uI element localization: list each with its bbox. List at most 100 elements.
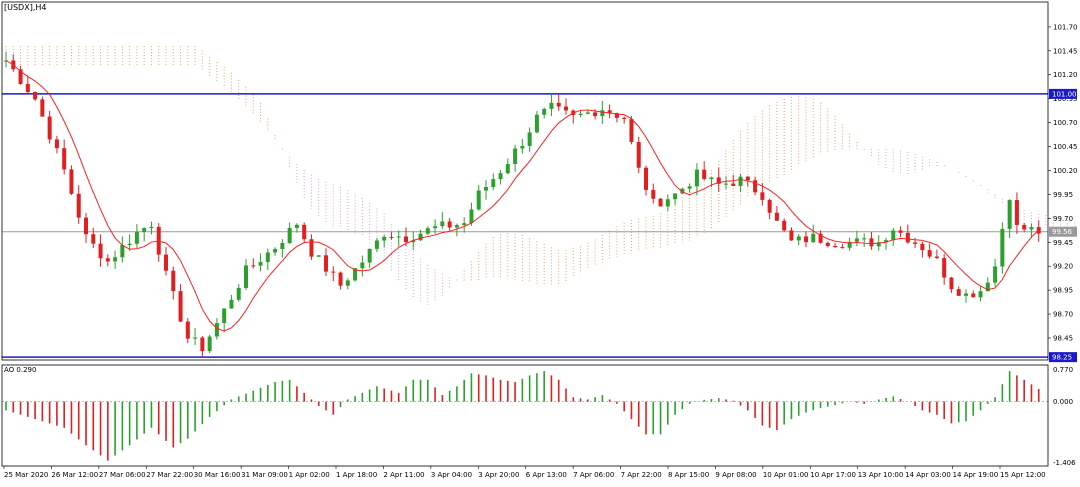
candle-body [425, 228, 430, 234]
candle-body [687, 186, 692, 189]
ao-tick-label: 0.770 [1053, 366, 1073, 374]
candle-body [25, 83, 30, 93]
candle-body [469, 209, 474, 224]
time-tick-label: 26 Mar 12:00 [51, 471, 98, 479]
time-tick-label: 27 Mar 22:00 [146, 471, 193, 479]
time-tick-label: 25 Mar 2020 [4, 471, 48, 479]
price-tick-label: 98.95 [1053, 287, 1073, 295]
candle-body [214, 323, 219, 337]
candle-body [833, 245, 838, 248]
candle-body [105, 258, 110, 262]
candle-body [651, 189, 656, 199]
candle-body [862, 238, 867, 240]
candle-body [374, 240, 379, 249]
candle-body [1000, 228, 1005, 267]
ao-tick-label: 0.000 [1053, 398, 1073, 406]
candle-body [280, 243, 285, 249]
candle-body [731, 183, 736, 186]
candle-body [745, 176, 750, 181]
candle-body [33, 92, 38, 100]
candle-body [40, 99, 45, 117]
candle-body [629, 119, 634, 143]
candle-body [993, 266, 998, 283]
price-tick-label: 101.70 [1053, 23, 1078, 31]
candle-body [302, 224, 307, 240]
candle-body [673, 193, 678, 200]
time-tick-label: 30 Mar 16:00 [194, 471, 241, 479]
price-tick-label: 99.45 [1053, 239, 1073, 247]
time-tick-label: 6 Apr 13:00 [526, 471, 567, 479]
candle-body [134, 231, 139, 244]
candle-body [513, 148, 518, 164]
candle-body [69, 169, 74, 194]
candle-body [84, 217, 88, 235]
candle-body [476, 190, 481, 210]
price-tick-label: 98.70 [1053, 311, 1073, 319]
ao-indicator-label: AO 0.290 [4, 366, 36, 374]
price-tick-label: 99.70 [1053, 215, 1073, 223]
candle-body [942, 258, 947, 278]
time-tick-label: 10 Apr 01:00 [763, 471, 809, 479]
candle-body [964, 293, 968, 296]
symbol-label: [USDX],H4 [4, 3, 46, 12]
price-tick-label: 100.70 [1053, 119, 1078, 127]
candle-body [694, 169, 699, 187]
time-tick-label: 7 Apr 22:00 [621, 471, 662, 479]
candle-body [949, 277, 954, 290]
candle-body [789, 230, 794, 241]
candle-body [389, 236, 394, 238]
candle-body [905, 232, 910, 243]
candle-body [636, 142, 641, 168]
price-tick-label: 100.45 [1053, 143, 1078, 151]
candle-body [120, 245, 125, 258]
candle-body [1022, 224, 1027, 230]
candle-body [644, 167, 648, 190]
candle-body [185, 321, 190, 339]
time-tick-label: 1 Apr 02:00 [289, 471, 330, 479]
time-tick-label: 1 Apr 18:00 [336, 471, 377, 479]
candle-body [462, 223, 467, 226]
candle-body [447, 221, 452, 228]
candle-body [738, 176, 743, 186]
candle-body [920, 243, 925, 251]
candle-body [724, 183, 728, 185]
time-tick-label: 15 Apr 12:00 [1000, 471, 1046, 479]
candle-body [404, 236, 408, 243]
candle-body [265, 252, 270, 263]
candle-body [164, 254, 168, 271]
candle-body [178, 291, 183, 322]
candle-body [978, 291, 983, 298]
level-price-label: 101.00 [1052, 90, 1077, 98]
candle-body [62, 148, 67, 170]
price-chart[interactable]: 101.70 101.45 101.20 100.95 100.70 100.45 100.… [0, 0, 1080, 483]
candle-body [934, 256, 939, 259]
candle-body [1029, 227, 1034, 230]
candle-body [316, 255, 321, 257]
candle-body [440, 221, 445, 227]
current-price-label: 99.56 [1052, 228, 1073, 236]
candle-body [273, 248, 278, 253]
candle-body [854, 238, 859, 242]
time-tick-label: 2 Apr 11:00 [383, 471, 424, 479]
candle-body [811, 233, 816, 243]
candle-body [956, 289, 961, 296]
candle-body [498, 173, 503, 180]
time-tick-label: 3 Apr 04:00 [431, 471, 472, 479]
candle-body [258, 262, 263, 266]
candle-body [149, 226, 154, 229]
candle-body [796, 236, 801, 241]
candle-body [898, 230, 903, 233]
candle-body [891, 230, 896, 241]
candle-body [229, 299, 234, 309]
candle-body [113, 257, 118, 262]
candle-body [804, 236, 808, 243]
price-tick-label: 101.45 [1053, 47, 1078, 55]
candle-body [585, 112, 590, 114]
candle-body [287, 227, 292, 244]
candle-body [76, 193, 81, 218]
candle-body [927, 250, 932, 257]
price-tick-label: 100.20 [1053, 167, 1078, 175]
time-tick-label: 8 Apr 15:00 [668, 471, 709, 479]
candle-body [491, 179, 496, 187]
candle-body [345, 280, 350, 286]
